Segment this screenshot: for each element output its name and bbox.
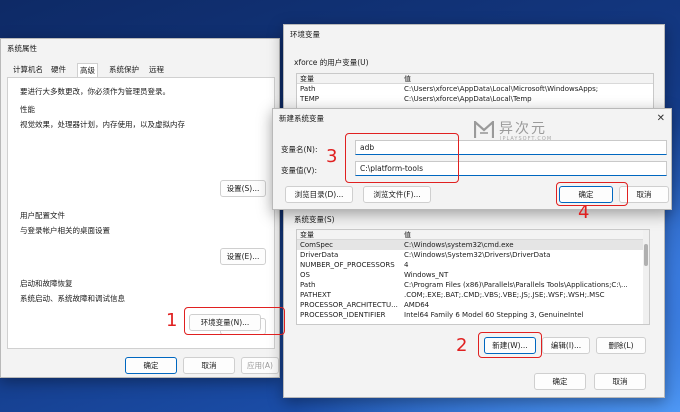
performance-title: 性能 xyxy=(20,105,35,114)
user-profile-title: 用户配置文件 xyxy=(20,211,65,220)
performance-settings-button[interactable]: 设置(S)... xyxy=(220,180,266,197)
tab-system-protection[interactable]: 系统保护 xyxy=(107,63,141,77)
user-variables-list[interactable]: 变量 值 Path C:\Users\xforce\AppData\Local\… xyxy=(296,73,654,109)
environment-variables-window: 环境变量 xforce 的用户变量(U) 变量 值 Path C:\Users\… xyxy=(283,24,665,398)
user-profile-settings-button[interactable]: 设置(E)... xyxy=(220,248,266,265)
column-value: 值 xyxy=(404,75,411,83)
tab-hardware[interactable]: 硬件 xyxy=(49,63,68,77)
annotation-step-3: 3 xyxy=(326,146,338,167)
table-row[interactable]: NUMBER_OF_PROCESSORS 4 xyxy=(297,260,649,270)
environment-variables-titlebar: 环境变量 xyxy=(284,25,664,45)
performance-desc: 视觉效果，处理器计划，内存使用，以及虚拟内存 xyxy=(20,120,185,129)
startup-recovery-desc: 系统启动、系统故障和调试信息 xyxy=(20,294,125,303)
annotation-step-2: 2 xyxy=(456,335,468,356)
tab-remote[interactable]: 远程 xyxy=(147,63,166,77)
watermark-subtext: IPLAYSOFT.COM xyxy=(500,136,553,142)
startup-recovery-title: 启动和故障恢复 xyxy=(20,279,73,288)
dialog-title: 新建系统变量 xyxy=(279,114,324,123)
list-header: 变量 值 xyxy=(297,230,649,240)
annotation-box-env-button xyxy=(184,307,285,335)
window-title: 系统属性 xyxy=(7,44,37,53)
user-variables-label: xforce 的用户变量(U) xyxy=(294,58,369,67)
system-variables-label: 系统变量(S) xyxy=(294,215,335,224)
admin-note: 要进行大多数更改，你必须作为管理员登录。 xyxy=(20,87,170,96)
close-icon[interactable]: ✕ xyxy=(657,109,665,129)
performance-group: 性能 视觉效果，处理器计划，内存使用，以及虚拟内存 xyxy=(20,104,268,160)
tab-advanced[interactable]: 高级 xyxy=(77,63,98,77)
environment-cancel-button[interactable]: 取消 xyxy=(594,373,646,390)
annotation-step-4: 4 xyxy=(578,202,590,223)
browse-file-button[interactable]: 浏览文件(F)... xyxy=(363,186,431,203)
system-properties-titlebar: 系统属性 xyxy=(1,39,279,59)
tab-computer-name[interactable]: 计算机名 xyxy=(11,63,45,77)
table-row[interactable]: PROCESSOR_ARCHITECTU... AMD64 xyxy=(297,300,649,310)
system-properties-cancel-button[interactable]: 取消 xyxy=(183,357,235,374)
system-properties-ok-button[interactable]: 确定 xyxy=(125,357,177,374)
window-title: 环境变量 xyxy=(290,30,320,39)
edit-variable-button[interactable]: 编辑(I)... xyxy=(542,337,590,354)
variable-name-label: 变量名(N): xyxy=(281,145,318,154)
variable-value-label: 变量值(V): xyxy=(281,166,318,175)
delete-variable-button[interactable]: 删除(L) xyxy=(596,337,646,354)
system-properties-apply-button[interactable]: 应用(A) xyxy=(241,357,279,374)
scrollbar-thumb[interactable] xyxy=(644,244,648,266)
user-profile-desc: 与登录帐户相关的桌面设置 xyxy=(20,226,110,235)
table-row[interactable]: PROCESSOR_IDENTIFIER Intel64 Family 6 Mod… xyxy=(297,310,649,320)
annotation-box-ok-button xyxy=(556,182,628,206)
list-header: 变量 值 xyxy=(297,74,653,84)
table-row[interactable]: PATHEXT .COM;.EXE;.BAT;.CMD;.VBS;.VBE;.JS… xyxy=(297,290,649,300)
watermark-text: 异次元 xyxy=(499,121,547,137)
system-variables-list[interactable]: 变量 值 ComSpec C:\Windows\system32\cmd.exe … xyxy=(296,229,650,325)
user-profile-group: 用户配置文件 与登录帐户相关的桌面设置 xyxy=(20,210,268,250)
annotation-box-new-button xyxy=(478,332,542,358)
column-variable: 变量 xyxy=(300,231,314,239)
column-variable: 变量 xyxy=(300,75,314,83)
table-row[interactable]: OS Windows_NT xyxy=(297,270,649,280)
annotation-box-name-value xyxy=(345,133,459,183)
new-variable-titlebar: 新建系统变量 ✕ xyxy=(273,109,671,129)
column-value: 值 xyxy=(404,231,411,239)
logo-icon xyxy=(474,121,494,138)
table-row[interactable]: ComSpec C:\Windows\system32\cmd.exe xyxy=(297,240,649,250)
table-row[interactable]: TEMP C:\Users\xforce\AppData\Local\Temp xyxy=(297,94,653,104)
browse-directory-button[interactable]: 浏览目录(D)... xyxy=(285,186,353,203)
annotation-step-1: 1 xyxy=(166,310,178,331)
table-row[interactable]: Path C:\Users\xforce\AppData\Local\Micro… xyxy=(297,84,653,94)
tab-strip: 计算机名 硬件 高级 系统保护 远程 xyxy=(7,63,275,77)
system-list-scrollbar[interactable] xyxy=(643,230,649,324)
table-row[interactable]: DriverData C:\Windows\System32\Drivers\Dr… xyxy=(297,250,649,260)
table-row[interactable]: Path C:\Program Files (x86)\Parallels\Par… xyxy=(297,280,649,290)
environment-ok-button[interactable]: 确定 xyxy=(534,373,586,390)
